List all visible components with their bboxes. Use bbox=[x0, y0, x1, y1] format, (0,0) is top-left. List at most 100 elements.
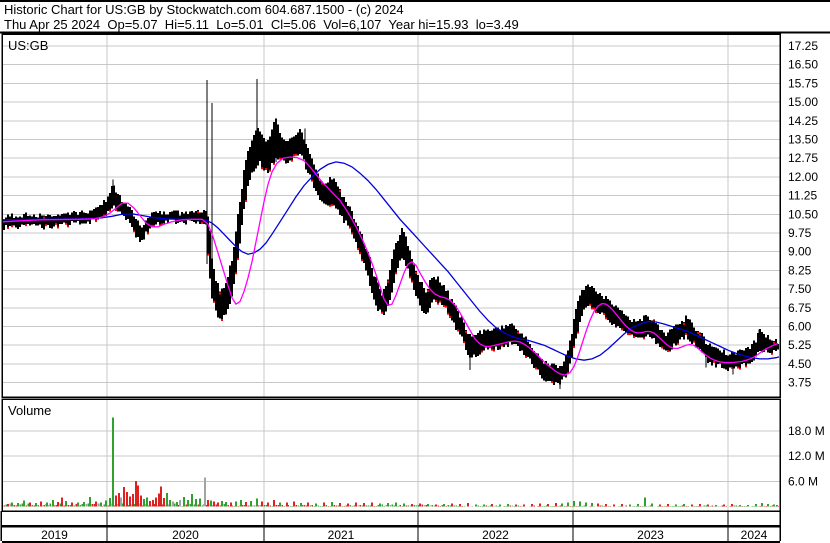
volume-bar bbox=[313, 505, 315, 507]
volume-bar bbox=[405, 505, 407, 507]
volume-bar bbox=[187, 500, 189, 507]
close-tick bbox=[699, 333, 701, 336]
volume-bar bbox=[275, 504, 277, 507]
close-tick bbox=[311, 179, 313, 182]
close-tick bbox=[573, 346, 575, 349]
volume-bar bbox=[709, 505, 711, 507]
close-tick bbox=[525, 355, 527, 358]
volume-bar bbox=[555, 503, 557, 507]
volume-bar bbox=[649, 505, 651, 507]
volume-bar bbox=[765, 505, 767, 507]
close-tick bbox=[221, 318, 223, 321]
volume-bar bbox=[771, 505, 773, 507]
volume-bar bbox=[21, 503, 23, 507]
volume-bar bbox=[199, 498, 201, 507]
volume-bar bbox=[300, 503, 302, 507]
volume-bar bbox=[329, 505, 331, 507]
volume-bar bbox=[755, 503, 757, 507]
volume-bar bbox=[507, 503, 509, 507]
volume-panel-label: Volume bbox=[8, 403, 52, 418]
close-tick bbox=[465, 330, 467, 333]
close-tick bbox=[291, 159, 293, 162]
volume-bar bbox=[391, 504, 393, 507]
volume-bar bbox=[75, 503, 77, 507]
close-tick bbox=[463, 341, 465, 344]
volume-bar bbox=[757, 505, 759, 507]
volume-bar bbox=[263, 505, 265, 507]
volume-bar bbox=[286, 502, 288, 507]
volume-bar bbox=[445, 505, 447, 507]
close-tick bbox=[295, 153, 297, 156]
volume-bar bbox=[533, 505, 535, 507]
close-tick bbox=[697, 332, 699, 335]
close-tick bbox=[443, 304, 445, 307]
close-tick bbox=[457, 329, 459, 332]
close-tick bbox=[591, 307, 593, 310]
volume-bar bbox=[743, 505, 745, 507]
volume-bar bbox=[371, 502, 373, 507]
volume-bar bbox=[393, 505, 395, 507]
price-axis-label: 14.25 bbox=[788, 114, 818, 128]
volume-bar bbox=[97, 503, 99, 507]
year-label: 2021 bbox=[328, 528, 355, 542]
volume-bar bbox=[85, 503, 87, 507]
volume-bar bbox=[279, 502, 281, 507]
volume-bar bbox=[33, 505, 35, 507]
volume-bar bbox=[7, 503, 9, 507]
volume-bar bbox=[307, 502, 309, 507]
volume-bar bbox=[69, 504, 71, 507]
volume-bar bbox=[335, 505, 337, 507]
volume-bar bbox=[493, 505, 495, 507]
close-tick bbox=[693, 340, 695, 343]
volume-bar bbox=[563, 505, 565, 507]
volume-bar bbox=[25, 505, 27, 507]
volume-bar bbox=[166, 493, 168, 507]
close-tick bbox=[501, 344, 503, 347]
volume-bar bbox=[361, 505, 363, 507]
volume-bar bbox=[204, 477, 206, 507]
volume-bar bbox=[65, 501, 67, 507]
volume-bar bbox=[703, 505, 705, 507]
volume-bar bbox=[711, 505, 713, 507]
volume-bar bbox=[5, 504, 7, 507]
volume-bar bbox=[89, 496, 91, 507]
price-axis-label: 3.75 bbox=[788, 376, 812, 390]
volume-bar bbox=[729, 505, 731, 507]
volume-bar bbox=[467, 503, 469, 507]
close-tick bbox=[605, 317, 607, 320]
close-tick bbox=[357, 248, 359, 251]
close-tick bbox=[133, 230, 135, 233]
volume-bar bbox=[163, 498, 165, 507]
close-tick bbox=[437, 302, 439, 305]
volume-bar bbox=[447, 504, 449, 507]
volume-bar bbox=[385, 504, 387, 507]
volume-bar bbox=[213, 501, 215, 507]
volume-bar bbox=[79, 504, 81, 507]
volume-bar bbox=[339, 503, 341, 507]
close-tick bbox=[745, 365, 747, 368]
volume-bar bbox=[297, 505, 299, 507]
close-tick bbox=[449, 316, 451, 319]
volume-bar bbox=[29, 502, 31, 507]
volume-bar bbox=[59, 503, 61, 507]
volume-bar bbox=[417, 504, 419, 507]
close-tick bbox=[677, 342, 679, 345]
volume-bar bbox=[256, 498, 258, 507]
price-axis-label: 17.25 bbox=[788, 39, 818, 53]
close-tick bbox=[713, 360, 715, 363]
volume-bar bbox=[27, 503, 29, 507]
volume-bar bbox=[349, 504, 351, 507]
volume-bar bbox=[637, 503, 639, 507]
volume-bar bbox=[247, 505, 249, 507]
close-tick bbox=[445, 305, 447, 308]
close-tick bbox=[621, 328, 623, 331]
volume-bar bbox=[343, 505, 345, 507]
volume-bar bbox=[49, 503, 51, 507]
volume-bar bbox=[559, 505, 561, 507]
volume-bar bbox=[471, 505, 473, 507]
volume-bar bbox=[46, 502, 48, 507]
volume-bar bbox=[557, 505, 559, 507]
price-axis-label: 6.00 bbox=[788, 320, 812, 334]
close-tick bbox=[387, 280, 389, 283]
volume-bar bbox=[699, 503, 701, 507]
